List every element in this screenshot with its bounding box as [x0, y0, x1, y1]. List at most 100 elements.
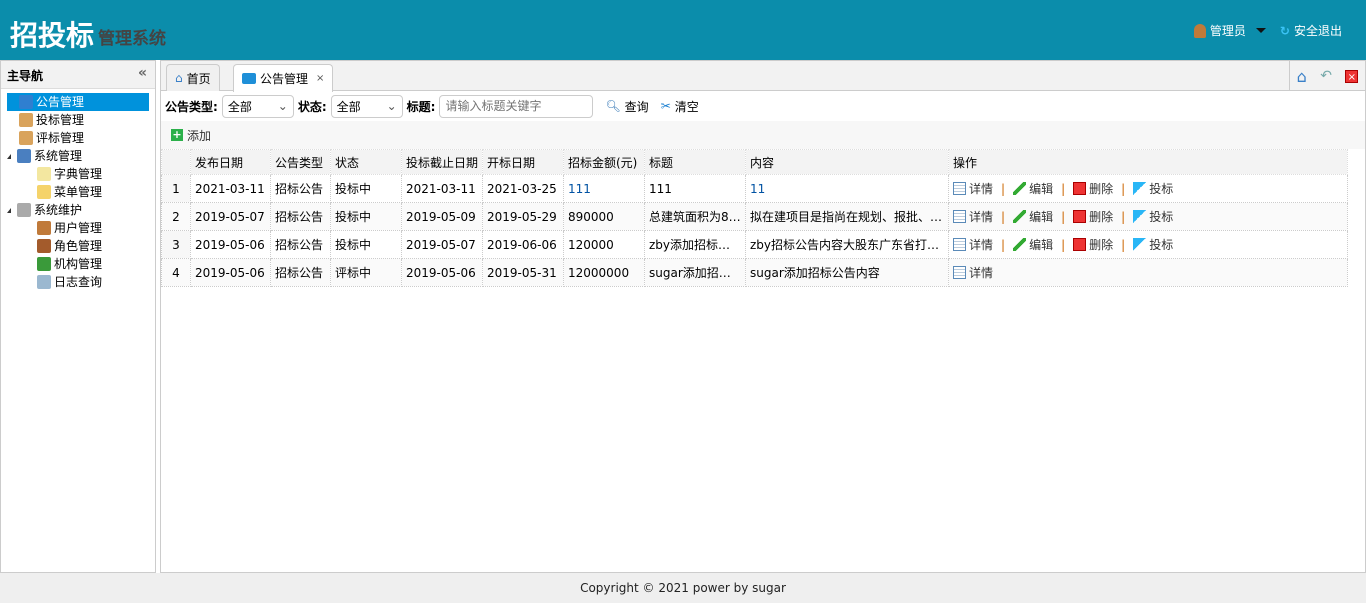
gear-icon [17, 203, 31, 217]
bid-button[interactable]: 投标 [1133, 208, 1173, 225]
table-row[interactable]: 32019-05-06招标公告投标中2019-05-072019-06-0612… [162, 231, 1348, 259]
column-header[interactable]: 招标金额(元) [564, 150, 645, 175]
add-button[interactable]: + 添加 [171, 127, 211, 144]
app-logo: 招投标 [10, 14, 94, 54]
title-label: 标题: [407, 98, 436, 115]
detail-label: 详情 [969, 180, 993, 197]
detail-button[interactable]: 详情 [953, 180, 993, 197]
separator: | [1061, 238, 1065, 252]
sidebar-item-7[interactable]: 用户管理 [7, 219, 149, 237]
status-select[interactable]: 全部⌄ [331, 95, 403, 118]
table-row[interactable]: 42019-05-06招标公告评标中2019-05-062019-05-3112… [162, 259, 1348, 287]
tab-bar: ⌂首页 公告管理 × ⌂ ↶ × [161, 61, 1365, 91]
delete-button[interactable]: 删除 [1073, 180, 1113, 197]
table-row[interactable]: 12021-03-11招标公告投标中2021-03-112021-03-2511… [162, 175, 1348, 203]
clear-label: 清空 [675, 98, 699, 115]
cell-content: 拟在建项目是指尚在规划、报批、… [746, 203, 949, 231]
column-header[interactable]: 状态 [331, 150, 402, 175]
search-label: 查询 [625, 98, 649, 115]
bid-button[interactable]: 投标 [1133, 180, 1173, 197]
filter-bar: 公告类型: 全部⌄ 状态: 全部⌄ 标题: 🔍︎查询 ✂清空 [161, 91, 1365, 121]
home-icon[interactable]: ⌂ [1297, 67, 1307, 86]
row-number: 2 [162, 203, 191, 231]
chevron-down-icon: ⌄ [387, 99, 397, 113]
column-header[interactable]: 标题 [645, 150, 746, 175]
expand-icon[interactable] [7, 154, 11, 159]
delete-label: 删除 [1089, 208, 1113, 225]
add-label: 添加 [187, 127, 211, 144]
tab-home[interactable]: ⌂首页 [166, 64, 220, 91]
sidebar-item-9[interactable]: 机构管理 [7, 255, 149, 273]
sidebar-item-0[interactable]: 公告管理 [7, 93, 149, 111]
user-icon [37, 221, 51, 235]
close-all-icon[interactable]: × [1345, 70, 1358, 83]
search-button[interactable]: 🔍︎查询 [605, 98, 648, 115]
close-icon[interactable]: × [316, 73, 324, 84]
sidebar-title: 主导航 [7, 69, 43, 83]
sidebar-item-6[interactable]: 系统维护 [7, 201, 149, 219]
logout-button[interactable]: ↻安全退出 [1280, 22, 1342, 39]
separator: | [1061, 210, 1065, 224]
column-header[interactable]: 发布日期 [191, 150, 271, 175]
detail-label: 详情 [969, 264, 993, 281]
sidebar-item-8[interactable]: 角色管理 [7, 237, 149, 255]
title-search-input[interactable] [439, 95, 593, 118]
collapse-icon[interactable]: « [138, 65, 147, 81]
cell-status: 评标中 [331, 259, 402, 287]
cell-deadline: 2019-05-06 [402, 259, 483, 287]
refresh-icon[interactable]: ↶ [1320, 68, 1332, 84]
column-header[interactable] [162, 150, 191, 175]
column-header[interactable]: 公告类型 [271, 150, 331, 175]
sidebar-item-1[interactable]: 投标管理 [7, 111, 149, 129]
clear-button[interactable]: ✂清空 [661, 98, 699, 115]
separator: | [1121, 238, 1125, 252]
delete-button[interactable]: 删除 [1073, 208, 1113, 225]
edit-button[interactable]: 编辑 [1013, 236, 1053, 253]
column-header[interactable]: 开标日期 [483, 150, 564, 175]
app-subtitle: 管理系统 [98, 24, 166, 49]
hand-icon [19, 113, 33, 127]
sidebar-item-2[interactable]: 评标管理 [7, 129, 149, 147]
sidebar-item-10[interactable]: 日志查询 [7, 273, 149, 291]
edit-button[interactable]: 编辑 [1013, 208, 1053, 225]
cell-amount: 120000 [564, 231, 645, 259]
edit-button[interactable]: 编辑 [1013, 180, 1053, 197]
cell-pub: 2019-05-07 [191, 203, 271, 231]
cell-ops: 详情|编辑|删除|投标 [949, 175, 1348, 203]
bid-flag-icon [1133, 238, 1146, 251]
sidebar-item-4[interactable]: 字典管理 [7, 165, 149, 183]
separator: | [1121, 182, 1125, 196]
delete-button[interactable]: 删除 [1073, 236, 1113, 253]
chevron-down-icon: ⌄ [278, 99, 288, 113]
sidebar-item-5[interactable]: 菜单管理 [7, 183, 149, 201]
type-select[interactable]: 全部⌄ [222, 95, 294, 118]
announcement-table: 发布日期公告类型状态投标截止日期开标日期招标金额(元)标题内容操作 12021-… [161, 149, 1348, 287]
cell-content: sugar添加招标公告内容 [746, 259, 949, 287]
column-header[interactable]: 投标截止日期 [402, 150, 483, 175]
expand-icon[interactable] [7, 208, 11, 213]
cell-title: zby添加招标公告 [645, 231, 746, 259]
column-header[interactable]: 操作 [949, 150, 1348, 175]
column-header[interactable]: 内容 [746, 150, 949, 175]
detail-button[interactable]: 详情 [953, 208, 993, 225]
user-menu[interactable]: 管理员 [1194, 22, 1266, 39]
tab-announcements[interactable]: 公告管理 × [233, 64, 333, 92]
table-header: 发布日期公告类型状态投标截止日期开标日期招标金额(元)标题内容操作 [162, 150, 1348, 175]
cell-open: 2019-05-29 [483, 203, 564, 231]
table-row[interactable]: 22019-05-07招标公告投标中2019-05-092019-05-2989… [162, 203, 1348, 231]
bid-label: 投标 [1149, 236, 1173, 253]
detail-label: 详情 [969, 236, 993, 253]
plus-icon: + [171, 129, 183, 141]
bid-button[interactable]: 投标 [1133, 236, 1173, 253]
cell-status: 投标中 [331, 231, 402, 259]
cell-open: 2021-03-25 [483, 175, 564, 203]
sidebar-item-label: 用户管理 [54, 219, 102, 237]
tab-label: 公告管理 [260, 70, 308, 87]
detail-button[interactable]: 详情 [953, 264, 993, 281]
bid-label: 投标 [1149, 208, 1173, 225]
footer: Copyright © 2021 power by sugar [0, 573, 1366, 603]
detail-button[interactable]: 详情 [953, 236, 993, 253]
cell-content: zby招标公告内容大股东广东省打… [746, 231, 949, 259]
sidebar-item-3[interactable]: 系统管理 [7, 147, 149, 165]
cell-type: 招标公告 [271, 203, 331, 231]
